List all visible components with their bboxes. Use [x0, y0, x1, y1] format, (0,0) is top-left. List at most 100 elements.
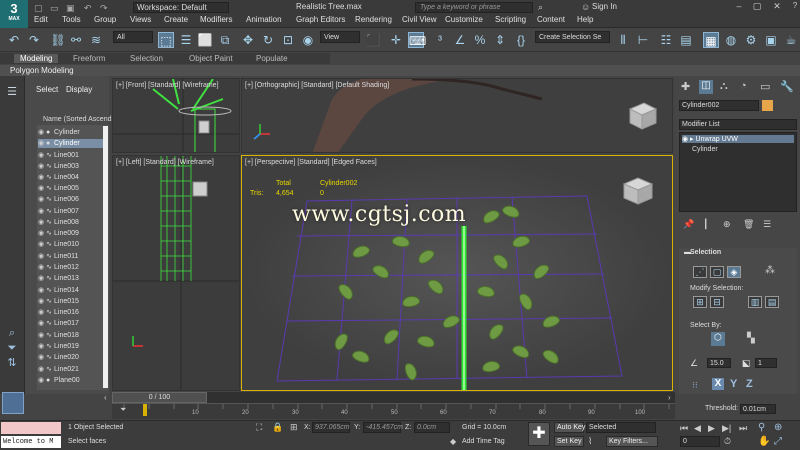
utilities-tab-icon[interactable]: 🔧 — [780, 80, 794, 93]
axis-x-button[interactable]: X — [712, 378, 724, 390]
set-key-button[interactable]: Set Key — [554, 436, 584, 447]
visibility-icon[interactable]: ◉ — [38, 319, 46, 327]
find-icon[interactable]: ⌕ — [4, 325, 20, 341]
track-bar-expand-icon[interactable]: ⏷ — [120, 405, 126, 415]
time-slider-thumb[interactable]: 0 / 100 — [112, 392, 207, 403]
user-icon[interactable]: ☺ — [581, 2, 590, 12]
ribbon-tab-object-paint[interactable]: Object Paint — [189, 54, 233, 63]
explorer-row[interactable]: ◉ ∿ Line017 — [38, 319, 108, 328]
explorer-row[interactable]: ◉ ∿ Line006 — [38, 195, 108, 204]
time-next-icon[interactable]: › — [668, 393, 671, 402]
explorer-menu-icon[interactable]: ☰ — [4, 84, 20, 100]
axis-z-button[interactable]: Z — [746, 378, 753, 390]
previous-frame-icon[interactable]: ◀ — [694, 423, 701, 434]
visibility-icon[interactable]: ◉ — [38, 365, 46, 373]
visibility-icon[interactable]: ◉ — [38, 173, 46, 181]
select-by-name-icon[interactable]: ☰ — [178, 32, 194, 48]
pin-stack-icon[interactable]: 📌 — [683, 219, 694, 230]
explorer-row[interactable]: ◉ ∿ Line005 — [38, 184, 108, 193]
face-select-icon[interactable]: ◈ — [727, 266, 741, 278]
viewport-perspective[interactable]: [+] [Perspective] [Standard] [Edged Face… — [241, 155, 673, 391]
help-icon[interactable]: ? — [788, 1, 800, 13]
move-icon[interactable]: ✥ — [240, 32, 256, 48]
bind-space-warp-icon[interactable]: ≋ — [88, 32, 104, 48]
sign-in-link[interactable]: Sign In — [592, 2, 617, 11]
explorer-row[interactable]: ◉ ∿ Line009 — [38, 229, 108, 238]
motion-tab-icon[interactable]: ◔ — [740, 80, 747, 92]
play-icon[interactable]: ▶ — [708, 423, 715, 434]
new-file-icon[interactable]: ▢ — [34, 3, 43, 14]
explorer-row[interactable]: ◉ ∿ Line018 — [38, 331, 108, 340]
explorer-column-name[interactable]: Name (Sorted Ascend — [43, 116, 111, 123]
unlink-icon[interactable]: ⚯ — [68, 32, 84, 48]
edit-named-selection-icon[interactable]: {} — [513, 32, 529, 48]
absolute-mode-icon[interactable]: ⊞ — [290, 422, 298, 433]
percent-snap-icon[interactable]: % — [472, 32, 488, 48]
shrink-selection-icon[interactable]: ⊟ — [710, 296, 724, 308]
visibility-icon[interactable]: ◉ — [38, 218, 46, 226]
select-element-icon[interactable]: ⁂ — [765, 265, 775, 276]
ribbon-tab-populate[interactable]: Populate — [256, 54, 288, 63]
grow-selection-icon[interactable]: ⊞ — [693, 296, 707, 308]
explorer-row[interactable]: ◉ ∿ Line014 — [38, 286, 108, 295]
go-to-end-icon[interactable]: ⏭ — [739, 423, 747, 434]
select-by-material-icon[interactable]: ▚ — [747, 333, 755, 344]
visibility-icon[interactable]: ◉ — [38, 376, 46, 384]
rotate-icon[interactable]: ↻ — [260, 32, 276, 48]
select-by-axis-icon[interactable]: ⁝⁝ — [692, 380, 698, 391]
selection-filter-dropdown[interactable]: All — [113, 31, 153, 43]
stack-item-unwrap-uvw[interactable]: ◉ ▸ Unwrap UVW — [682, 135, 794, 143]
explorer-row[interactable]: ◉ ∿ Line011 — [38, 252, 108, 261]
menu-content[interactable]: Content — [537, 15, 565, 24]
select-object-icon[interactable]: ⬚ — [158, 32, 174, 48]
named-selection-dropdown[interactable]: Create Selection Se — [535, 31, 610, 43]
render-frame-icon[interactable]: ▣ — [763, 32, 779, 48]
viewport-front-label[interactable]: [+] [Front] [Standard] [Wireframe] — [116, 82, 219, 89]
menu-civil-view[interactable]: Civil View — [402, 15, 437, 24]
app-logo[interactable]: 3 MAX — [0, 0, 28, 28]
menu-modifiers[interactable]: Modifiers — [200, 15, 232, 24]
ring-selection-icon[interactable]: ▥ — [748, 296, 762, 308]
angle-snap-icon[interactable]: ∠ — [452, 32, 468, 48]
remove-modifier-icon[interactable]: 🗑 — [743, 219, 754, 230]
count-spinner[interactable]: 1 — [755, 358, 777, 368]
visibility-icon[interactable]: ◉ — [38, 240, 46, 248]
search-input[interactable]: Type a keyword or phrase — [415, 2, 533, 13]
redo-quick-icon[interactable]: ↷ — [100, 3, 108, 14]
explorer-row[interactable]: ◉ ∿ Line019 — [38, 342, 108, 351]
explorer-row[interactable]: ◉ ∿ Line015 — [38, 297, 108, 306]
menu-rendering[interactable]: Rendering — [355, 15, 392, 24]
freeze-icon[interactable]: ● — [46, 140, 54, 147]
selection-rollout-title[interactable]: Selection — [690, 249, 721, 256]
ribbon-tab-selection[interactable]: Selection — [130, 54, 163, 63]
spinner-snap-icon[interactable]: ⇕ — [492, 32, 508, 48]
modify-tab-icon[interactable]: ◫ — [699, 80, 713, 94]
explorer-row[interactable]: ◉ ∿ Line007 — [38, 207, 108, 216]
next-frame-icon[interactable]: ▶| — [722, 423, 731, 434]
menu-graph-editors[interactable]: Graph Editors — [296, 15, 345, 24]
visibility-icon[interactable]: ◉ — [38, 151, 46, 159]
visibility-icon[interactable]: ◉ — [38, 207, 46, 215]
toggle-ribbon-icon[interactable]: ▤ — [678, 32, 694, 48]
menu-customize[interactable]: Customize — [445, 15, 483, 24]
mirror-icon[interactable]: ⫴ — [615, 32, 631, 48]
visibility-icon[interactable]: ◉ — [38, 286, 46, 294]
window-crossing-icon[interactable]: ⧉ — [217, 32, 233, 48]
explorer-row[interactable]: ◉ ∿ Line001 — [38, 151, 108, 160]
vertex-select-icon[interactable]: ⋰ — [693, 266, 707, 278]
viewport-layout-icon[interactable] — [2, 392, 24, 414]
visibility-icon[interactable]: ◉ — [38, 128, 46, 136]
visibility-icon[interactable]: ◉ — [38, 353, 46, 361]
reference-coordinate-dropdown[interactable]: View — [320, 31, 360, 43]
scale-icon[interactable]: ⊡ — [280, 32, 296, 48]
set-key-big-icon[interactable]: ✚ — [528, 422, 550, 446]
modifier-list-dropdown[interactable]: Modifier List — [679, 119, 797, 130]
save-file-icon[interactable]: ▣ — [66, 3, 75, 14]
key-mode-dropdown[interactable]: Selected — [586, 422, 656, 433]
render-icon[interactable]: ☕ — [783, 32, 799, 48]
close-icon[interactable]: ✕ — [770, 1, 784, 13]
zoom-icon[interactable]: ⚲ — [758, 422, 765, 433]
persp-viewcube-icon[interactable] — [622, 177, 654, 205]
current-frame-field[interactable]: 0 — [680, 436, 720, 447]
menu-tools[interactable]: Tools — [62, 15, 81, 24]
